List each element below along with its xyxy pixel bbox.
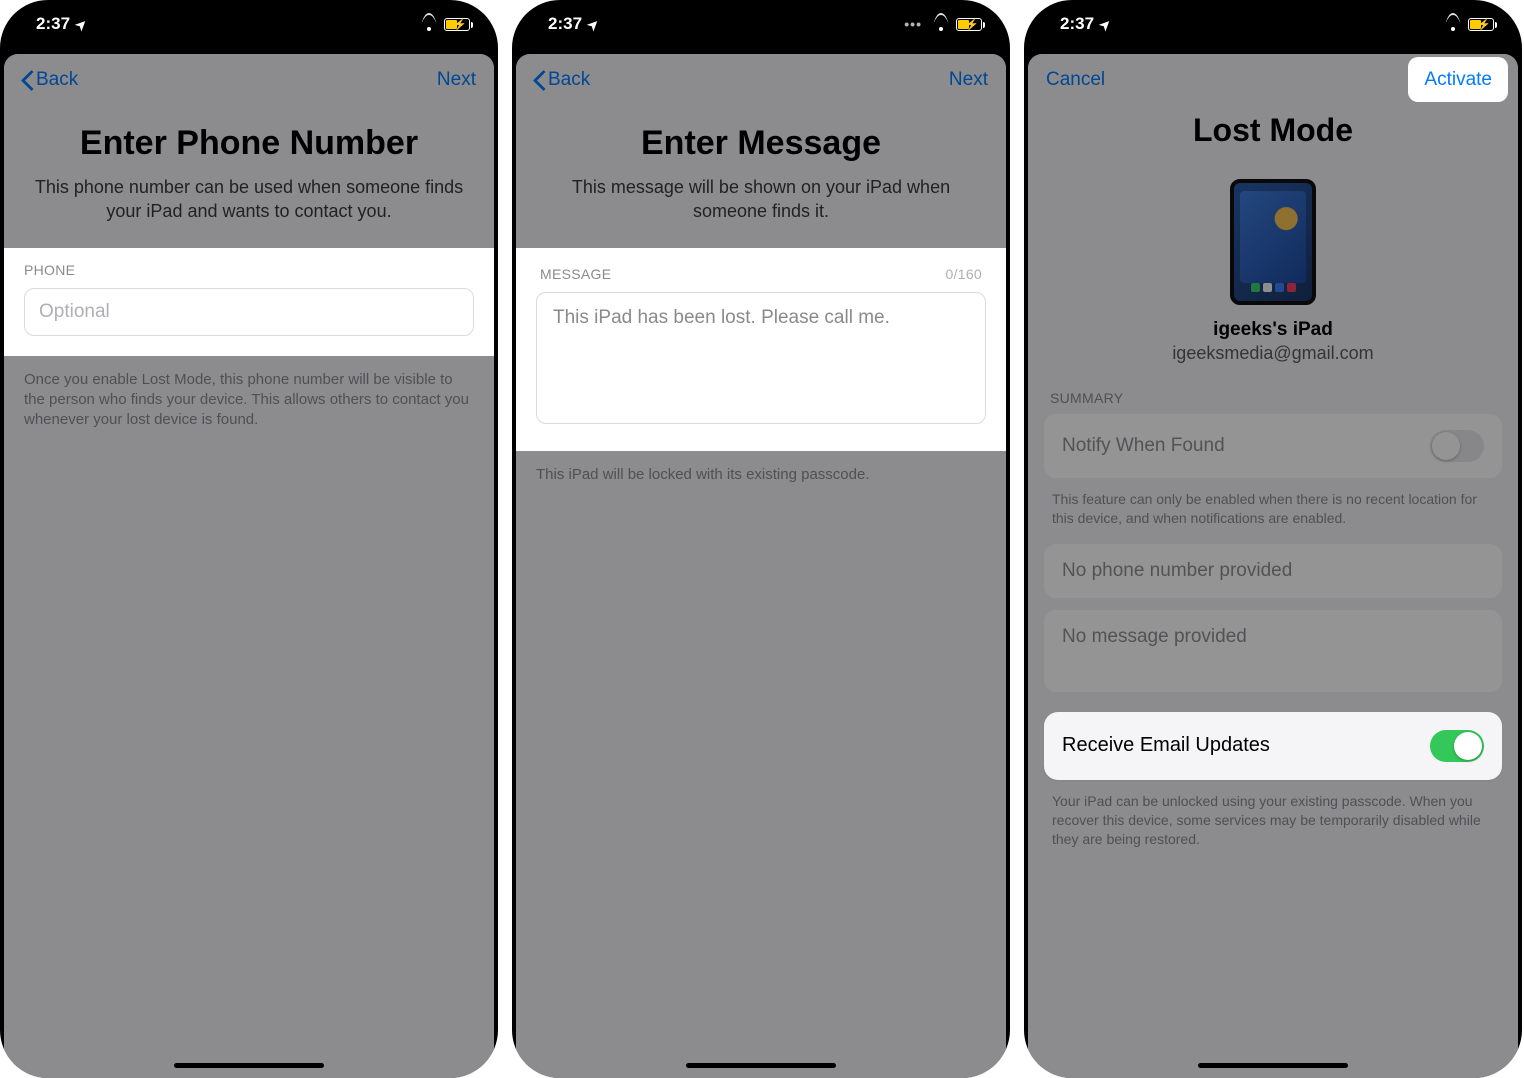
location-icon bbox=[1100, 14, 1111, 34]
page-subtitle: This message will be shown on your iPad … bbox=[546, 175, 976, 224]
cellular-icon: ••• bbox=[904, 16, 922, 32]
battery-icon: ⚡ bbox=[444, 18, 470, 31]
page-title: Enter Phone Number bbox=[34, 124, 464, 163]
phone-screen-2: 2:37 ••• ⚡ Back Next Enter Message This … bbox=[512, 0, 1010, 1078]
email-updates-label: Receive Email Updates bbox=[1062, 734, 1270, 757]
status-bar: 2:37 ⚡ bbox=[0, 0, 498, 48]
message-summary-cell[interactable]: No message provided bbox=[1044, 610, 1502, 692]
battery-icon: ⚡ bbox=[1468, 18, 1494, 31]
notify-toggle[interactable] bbox=[1430, 430, 1484, 462]
cancel-button[interactable]: Cancel bbox=[1046, 69, 1105, 91]
chevron-left-icon bbox=[534, 70, 546, 90]
status-time: 2:37 bbox=[548, 14, 582, 34]
home-indicator[interactable] bbox=[174, 1063, 324, 1068]
device-name: igeeks's iPad bbox=[1028, 319, 1518, 341]
home-indicator[interactable] bbox=[1198, 1063, 1348, 1068]
wifi-icon bbox=[932, 17, 950, 31]
status-time: 2:37 bbox=[1060, 14, 1094, 34]
sheet: Back Next Enter Message This message wil… bbox=[516, 54, 1006, 1078]
message-input-band: MESSAGE 0/160 bbox=[516, 248, 1006, 451]
chevron-left-icon bbox=[22, 70, 34, 90]
summary-label: SUMMARY bbox=[1028, 390, 1518, 414]
device-email: igeeksmedia@gmail.com bbox=[1028, 343, 1518, 364]
status-bar: 2:37 ⚡ bbox=[1024, 0, 1522, 48]
notify-hint: This feature can only be enabled when th… bbox=[1028, 490, 1518, 544]
back-label: Back bbox=[548, 69, 590, 91]
email-updates-toggle[interactable] bbox=[1430, 730, 1484, 762]
phone-field-label: PHONE bbox=[24, 262, 474, 278]
page-subtitle: This phone number can be used when someo… bbox=[34, 175, 464, 224]
status-time: 2:37 bbox=[36, 14, 70, 34]
phone-footer-note: Once you enable Lost Mode, this phone nu… bbox=[4, 356, 494, 445]
phone-screen-1: 2:37 ⚡ Back Next Enter Phone Number This… bbox=[0, 0, 498, 1078]
notify-label: Notify When Found bbox=[1062, 435, 1225, 457]
location-icon bbox=[588, 14, 599, 34]
cancel-label: Cancel bbox=[1046, 69, 1105, 91]
battery-icon: ⚡ bbox=[956, 18, 982, 31]
back-button[interactable]: Back bbox=[22, 69, 78, 91]
device-preview: igeeks's iPad igeeksmedia@gmail.com bbox=[1028, 167, 1518, 390]
next-button[interactable]: Next bbox=[949, 69, 988, 91]
phone-screen-3: 2:37 ⚡ Cancel Activate Lost Mode igeeks'… bbox=[1024, 0, 1522, 1078]
sheet: Cancel Activate Lost Mode igeeks's iPad … bbox=[1028, 54, 1518, 1078]
no-message-text: No message provided bbox=[1062, 626, 1247, 648]
back-label: Back bbox=[36, 69, 78, 91]
receive-email-updates-cell[interactable]: Receive Email Updates bbox=[1044, 712, 1502, 780]
no-phone-text: No phone number provided bbox=[1062, 560, 1292, 582]
page-title: Enter Message bbox=[546, 124, 976, 163]
status-bar: 2:37 ••• ⚡ bbox=[512, 0, 1010, 48]
ipad-icon bbox=[1230, 179, 1316, 305]
wifi-icon bbox=[420, 17, 438, 31]
unlock-hint: Your iPad can be unlocked using your exi… bbox=[1028, 792, 1518, 865]
notify-when-found-cell[interactable]: Notify When Found bbox=[1044, 414, 1502, 478]
message-footer-note: This iPad will be locked with its existi… bbox=[516, 451, 1006, 499]
back-button[interactable]: Back bbox=[534, 69, 590, 91]
next-button[interactable]: Next bbox=[437, 69, 476, 91]
message-input[interactable] bbox=[536, 292, 986, 424]
activate-button[interactable]: Activate bbox=[1408, 57, 1508, 102]
location-icon bbox=[76, 14, 87, 34]
page-title: Lost Mode bbox=[1058, 112, 1488, 149]
message-field-label: MESSAGE bbox=[540, 266, 611, 282]
phone-summary-cell[interactable]: No phone number provided bbox=[1044, 544, 1502, 598]
sheet: Back Next Enter Phone Number This phone … bbox=[4, 54, 494, 1078]
wifi-icon bbox=[1444, 17, 1462, 31]
phone-input[interactable] bbox=[24, 288, 474, 336]
home-indicator[interactable] bbox=[686, 1063, 836, 1068]
phone-input-band: PHONE bbox=[4, 248, 494, 356]
message-counter: 0/160 bbox=[945, 266, 982, 282]
